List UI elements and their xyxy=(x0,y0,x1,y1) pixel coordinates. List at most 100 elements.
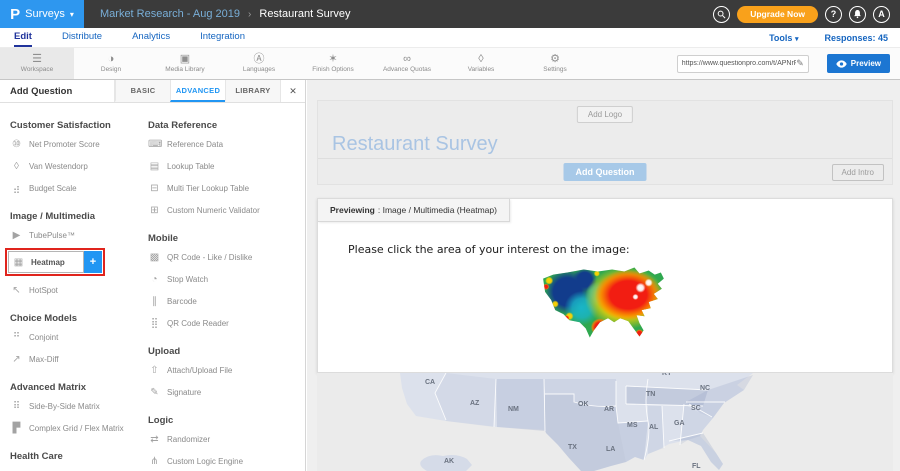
share-url-input[interactable] xyxy=(682,60,796,67)
image-icon: ▦ xyxy=(12,257,25,268)
question-type-item[interactable]: ▤ Lookup Table xyxy=(148,155,302,177)
add-question-button[interactable]: Add Question xyxy=(564,163,647,181)
notifications-button[interactable] xyxy=(849,6,866,23)
question-type-item[interactable]: ⇧ Attach/Upload File xyxy=(148,359,302,381)
panel-tab[interactable]: ADVANCED xyxy=(170,80,225,102)
design-icon: ◑ xyxy=(108,54,115,65)
subnav-item[interactable]: Analytics xyxy=(132,28,170,47)
question-type-item[interactable]: ⣴ Budget Scale xyxy=(10,177,148,199)
state-label: CA xyxy=(425,379,435,386)
question-type-item[interactable]: ▶ TubePulse™ xyxy=(10,224,148,246)
question-type-item: Upload xyxy=(148,343,302,359)
help-button[interactable]: ? xyxy=(825,6,842,23)
price-tag-icon: ◊ xyxy=(10,161,23,172)
survey-header-actions: Add Question Add Intro xyxy=(318,158,892,184)
question-type-item[interactable]: ✎ Signature xyxy=(148,381,302,403)
avatar[interactable]: A xyxy=(873,6,890,23)
question-type-item[interactable]: ⑩ Net Promoter Score xyxy=(10,133,148,155)
survey-canvas: Add Logo Restaurant Survey Add Question … xyxy=(307,80,900,471)
keyboard-icon: ⌨ xyxy=(148,139,161,150)
pointer-icon: ↖ xyxy=(10,285,23,296)
panel-header: Add Question BASICADVANCEDLIBRARY ✕ xyxy=(0,80,305,103)
question-type-column-2: Data Reference ⌨ Reference Data xyxy=(148,108,302,471)
question-type-column-1: Customer Satisfaction ⑩ Net Promoter Sco… xyxy=(10,108,148,471)
workspace-icon: ☰ xyxy=(32,54,42,65)
subnav-item[interactable]: Distribute xyxy=(62,28,102,47)
question-type-item[interactable]: ▦ Heatmap xyxy=(5,248,105,276)
question-type-item[interactable]: ⇄ Randomizer xyxy=(148,428,302,450)
state-label: NM xyxy=(508,406,519,413)
state-label: TX xyxy=(568,444,577,451)
questionpro-logo: P xyxy=(10,7,20,22)
add-intro-button[interactable]: Add Intro xyxy=(832,164,884,181)
question-type-item[interactable]: ▛ Complex Grid / Flex Matrix xyxy=(10,417,148,439)
conjoint-cards-icon: ⠛ xyxy=(10,332,23,343)
question-type-item[interactable]: ⣿ QR Code Reader xyxy=(148,312,302,334)
qr-reader-icon: ⣿ xyxy=(148,318,161,329)
question-type-item[interactable]: ◔ Stop Watch xyxy=(148,268,302,290)
us-map-question-image[interactable]: KYCAAZNMOKARTNNCSCMSALGATXLAFLAK xyxy=(317,373,893,471)
matrix-grid-icon: ⠿ xyxy=(10,401,23,412)
state-labels: KYCAAZNMOKARTNNCSCMSALGATXLAFLAK xyxy=(317,373,893,471)
close-icon[interactable]: ✕ xyxy=(280,80,305,102)
question-type-item[interactable]: ▩ QR Code - Like / Dislike xyxy=(148,246,302,268)
subnav: Edit Distribute Analytics Integration Tools… xyxy=(0,28,900,48)
add-logo-button[interactable]: Add Logo xyxy=(577,106,633,123)
preview-button[interactable]: Preview xyxy=(827,54,890,73)
question-type-columns: Customer Satisfaction ⑩ Net Promoter Sco… xyxy=(0,103,305,471)
toolbar-item[interactable]: ∞ Advance Quotas xyxy=(370,48,444,79)
add-selected-question-button[interactable] xyxy=(84,251,102,273)
tools-menu[interactable]: Tools ▾ xyxy=(769,33,798,43)
multi-tier-icon: ⊟ xyxy=(148,183,161,194)
question-type-item: Logic xyxy=(148,412,302,428)
breadcrumb-parent[interactable]: Market Research - Aug 2019 xyxy=(100,8,240,20)
question-type-item[interactable]: ↖ HotSpot xyxy=(10,279,148,301)
search-icon xyxy=(717,10,726,19)
subnav-item[interactable]: Integration xyxy=(200,28,245,47)
panel-title: Add Question xyxy=(0,80,115,102)
question-type-item: Image / Multimedia xyxy=(10,208,148,224)
toolbar-item[interactable]: ◊ Variables xyxy=(444,48,518,79)
toolbar-item[interactable]: ⚙ Settings xyxy=(518,48,592,79)
heatmap-usa-image[interactable] xyxy=(539,265,671,341)
question-type-item[interactable]: ∥ Barcode xyxy=(148,290,302,312)
search-button[interactable] xyxy=(713,6,730,23)
question-type-item[interactable]: ⊟ Multi Tier Lookup Table xyxy=(148,177,302,199)
upgrade-now-button[interactable]: Upgrade Now xyxy=(737,6,818,23)
share-url-box: ✎ xyxy=(677,55,809,73)
survey-title[interactable]: Restaurant Survey xyxy=(332,133,498,156)
responses-link[interactable]: Responses: 45 xyxy=(824,33,888,43)
state-label: AZ xyxy=(470,400,479,407)
video-icon: ▶ xyxy=(10,230,23,241)
upload-icon: ⇧ xyxy=(148,365,161,376)
question-type-item: Choice Models xyxy=(10,310,148,326)
question-type-item[interactable]: ⠛ Conjoint xyxy=(10,326,148,348)
question-type-item[interactable]: ☻ Homunculus Question xyxy=(10,464,148,471)
toolbar-item[interactable]: ▣ Media Library xyxy=(148,48,222,79)
question-type-item[interactable]: ⠿ Side-By-Side Matrix xyxy=(10,395,148,417)
toolbar-item[interactable]: ☰ Workspace xyxy=(0,48,74,79)
state-label: OK xyxy=(578,401,589,408)
surveys-menu[interactable]: P Surveys ▾ xyxy=(0,0,84,28)
panel-tab[interactable]: LIBRARY xyxy=(225,80,280,102)
net-promoter-score-icon: ⑩ xyxy=(10,139,23,150)
toolbar-item[interactable]: ◑ Design xyxy=(74,48,148,79)
question-type-item[interactable]: ↗ Max-Diff xyxy=(10,348,148,370)
question-type-item: Advanced Matrix xyxy=(10,379,148,395)
state-label: AR xyxy=(604,406,614,413)
toolbar-right: ✎ Preview xyxy=(677,48,900,79)
complex-grid-icon: ▛ xyxy=(10,423,23,434)
question-type-item[interactable]: ⋔ Custom Logic Engine xyxy=(148,450,302,471)
toolbar-item[interactable]: ✶ Finish Options xyxy=(296,48,370,79)
question-type-item[interactable]: ◊ Van Westendorp xyxy=(10,155,148,177)
edit-url-icon[interactable]: ✎ xyxy=(796,58,804,69)
state-label: AL xyxy=(649,424,658,431)
question-type-item[interactable]: ⊞ Custom Numeric Validator xyxy=(148,199,302,221)
survey-header-card: Add Logo Restaurant Survey Add Question … xyxy=(317,100,893,185)
questionpro-survey-editor: P Surveys ▾ Market Research - Aug 2019 ›… xyxy=(0,0,900,471)
toolbar-item[interactable]: Ⓐ Languages xyxy=(222,48,296,79)
subnav-item[interactable]: Edit xyxy=(14,28,32,47)
randomizer-icon: ⇄ xyxy=(148,434,161,445)
question-type-item[interactable]: ⌨ Reference Data xyxy=(148,133,302,155)
panel-tab[interactable]: BASIC xyxy=(115,80,170,102)
